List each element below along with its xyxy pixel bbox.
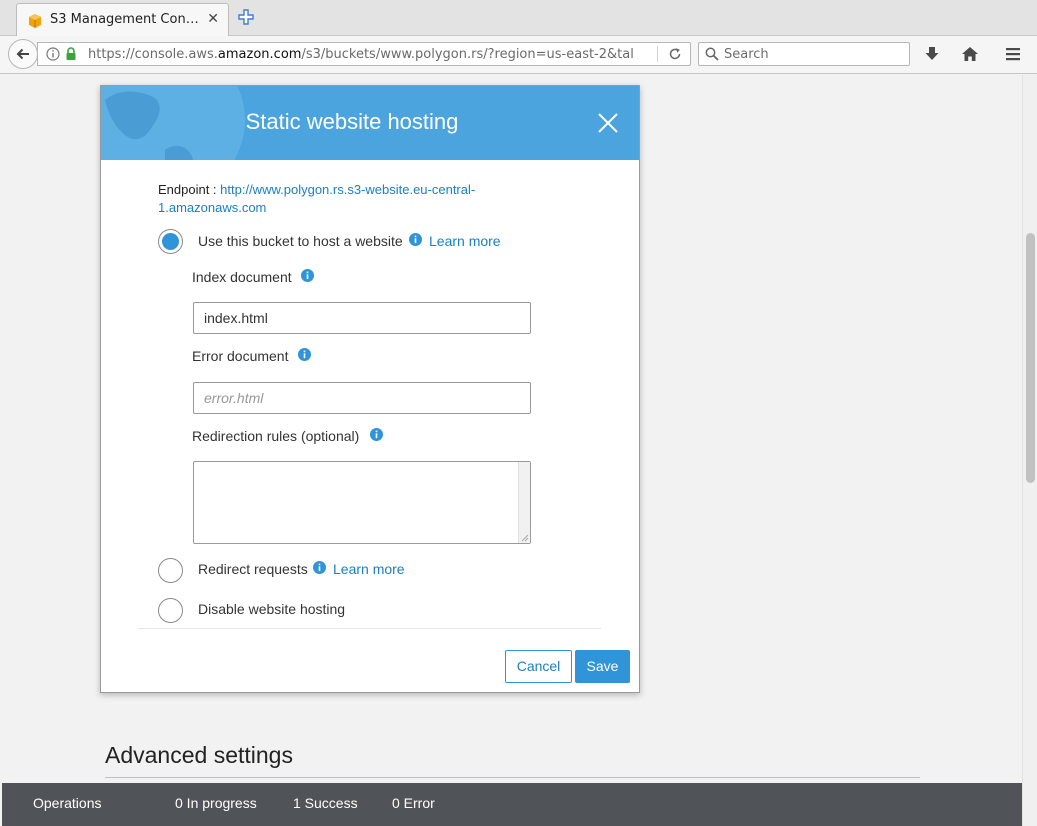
static-website-hosting-dialog: Static website hosting Endpoint : http:/… — [100, 85, 640, 693]
resize-grip-icon[interactable] — [519, 532, 529, 542]
index-document-input[interactable]: index.html — [193, 302, 531, 334]
host-website-radio[interactable] — [158, 229, 183, 254]
hamburger-menu-icon[interactable] — [1004, 45, 1022, 63]
back-arrow-icon — [16, 48, 29, 60]
redirect-requests-learn-more-link[interactable]: Learn more — [333, 561, 405, 577]
dialog-header: Static website hosting — [101, 86, 639, 160]
reload-icon[interactable] — [668, 47, 682, 61]
redirect-requests-label[interactable]: Redirect requests — [198, 561, 308, 577]
textarea-scrollbar[interactable] — [518, 462, 530, 543]
endpoint-label: Endpoint : — [158, 182, 221, 197]
scrollbar-thumb[interactable] — [1026, 233, 1035, 483]
url-text[interactable]: https://console.aws.amazon.com/s3/bucket… — [88, 47, 648, 62]
browser-navbar: https://console.aws.amazon.com/s3/bucket… — [0, 36, 1037, 74]
index-document-label: Index document — [192, 269, 292, 285]
disable-hosting-radio[interactable] — [158, 598, 183, 623]
cancel-button[interactable]: Cancel — [505, 650, 572, 683]
info-icon[interactable] — [301, 269, 314, 282]
operations-in-progress[interactable]: 0 In progress — [175, 795, 257, 811]
url-bar[interactable]: https://console.aws.amazon.com/s3/bucket… — [37, 42, 691, 66]
url-separator — [657, 46, 658, 62]
redirection-rules-textarea[interactable] — [193, 461, 531, 544]
info-icon[interactable] — [298, 348, 311, 361]
browser-tab-strip: S3 Management Con… ✕ — [0, 0, 1037, 36]
tab-title: S3 Management Con… — [50, 12, 199, 27]
new-tab-plus-icon[interactable] — [238, 9, 254, 25]
redirection-rules-label: Redirection rules (optional) — [192, 428, 360, 444]
operations-bar: Operations 0 In progress 1 Success 0 Err… — [2, 783, 1022, 826]
secure-lock-icon — [66, 47, 76, 60]
redirect-requests-radio[interactable] — [158, 558, 183, 583]
back-button[interactable] — [8, 39, 38, 69]
error-document-label: Error document — [192, 348, 289, 364]
save-button[interactable]: Save — [575, 650, 630, 683]
search-icon — [705, 47, 719, 61]
dialog-title: Static website hosting — [245, 109, 459, 134]
endpoint-info: Endpoint : http://www.polygon.rs.s3-webs… — [158, 181, 538, 217]
operations-success[interactable]: 1 Success — [293, 795, 358, 811]
operations-error[interactable]: 0 Error — [392, 795, 435, 811]
info-icon[interactable] — [313, 561, 326, 574]
info-icon[interactable] — [409, 233, 422, 246]
search-placeholder: Search — [724, 47, 769, 62]
dialog-footer-divider — [138, 628, 601, 629]
disable-hosting-label[interactable]: Disable website hosting — [198, 601, 345, 617]
section-divider — [105, 777, 920, 778]
info-icon[interactable] — [370, 428, 383, 441]
tab-close-icon[interactable]: ✕ — [207, 11, 219, 27]
host-website-learn-more-link[interactable]: Learn more — [429, 233, 501, 249]
operations-label[interactable]: Operations — [33, 795, 101, 811]
error-document-input[interactable]: error.html — [193, 382, 531, 414]
download-icon[interactable] — [923, 45, 941, 63]
search-input[interactable]: Search — [698, 42, 910, 66]
host-website-label[interactable]: Use this bucket to host a website — [198, 233, 403, 249]
page-scrollbar[interactable] — [1022, 75, 1037, 826]
close-icon[interactable] — [597, 112, 619, 134]
aws-box-icon — [29, 14, 41, 28]
home-icon[interactable] — [961, 45, 979, 63]
browser-tab[interactable]: S3 Management Con… ✕ — [16, 3, 229, 36]
page-info-icon[interactable] — [46, 47, 60, 61]
section-title: Advanced settings — [105, 742, 293, 768]
